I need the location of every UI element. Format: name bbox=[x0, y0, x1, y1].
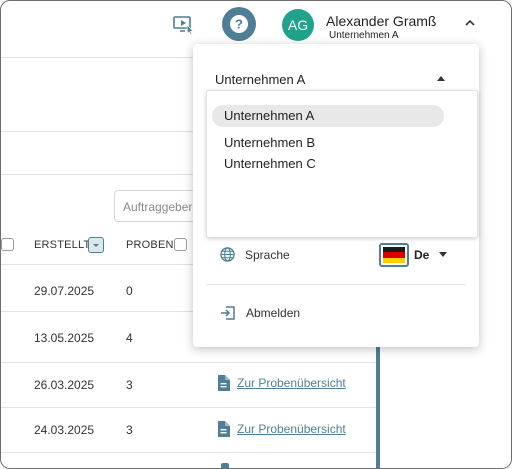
menu-divider bbox=[206, 284, 466, 285]
sample-overview-link[interactable]: Zur Probenübersicht bbox=[217, 375, 346, 391]
sample-count: 4 bbox=[126, 331, 133, 345]
document-icon bbox=[218, 421, 230, 437]
divider bbox=[1, 131, 193, 132]
avatar[interactable]: AG bbox=[282, 9, 314, 41]
user-menu: Unternehmen A Unternehmen A Unternehmen … bbox=[193, 44, 479, 347]
scroll-indicator bbox=[221, 463, 229, 468]
language-label: Sprache bbox=[245, 247, 290, 262]
user-name[interactable]: Alexander Gramß bbox=[326, 13, 436, 29]
created-date: 24.03.2025 bbox=[34, 423, 95, 437]
table-divider bbox=[1, 362, 376, 363]
caret-down-icon[interactable] bbox=[439, 252, 447, 257]
sample-count: 3 bbox=[126, 378, 133, 392]
created-date: 29.07.2025 bbox=[34, 284, 95, 298]
language-setting[interactable]: Sprache bbox=[220, 247, 290, 262]
logout-button[interactable]: Abmelden bbox=[220, 305, 300, 321]
chevron-up-icon[interactable] bbox=[463, 16, 477, 30]
svg-text:?: ? bbox=[235, 17, 243, 32]
company-listbox: Unternehmen A Unternehmen B Unternehmen … bbox=[206, 90, 478, 238]
table-divider bbox=[1, 407, 376, 408]
sort-desc-icon[interactable] bbox=[88, 237, 104, 253]
help-button[interactable]: ? bbox=[222, 7, 256, 41]
screen-share-button[interactable] bbox=[172, 13, 196, 37]
document-icon bbox=[218, 375, 230, 391]
monitor-icon bbox=[173, 16, 194, 35]
link-label[interactable]: Zur Probenübersicht bbox=[237, 376, 346, 390]
client-filter-input[interactable]: Auftraggeber bbox=[114, 190, 204, 222]
sample-count: 0 bbox=[126, 284, 133, 298]
divider bbox=[1, 174, 193, 175]
user-company: Unternehmen A bbox=[329, 30, 399, 41]
company-select[interactable]: Unternehmen A bbox=[215, 72, 305, 87]
sort-icon[interactable] bbox=[1, 238, 14, 251]
column-header-created[interactable]: ERSTELLT bbox=[34, 239, 90, 251]
divider bbox=[1, 57, 193, 58]
globe-icon bbox=[220, 247, 235, 262]
caret-up-icon[interactable] bbox=[437, 76, 445, 81]
german-flag-icon[interactable] bbox=[379, 243, 409, 267]
table-divider bbox=[1, 311, 193, 312]
app-window: ? AG Alexander Gramß Unternehmen A Auftr… bbox=[0, 0, 512, 469]
question-icon: ? bbox=[230, 15, 248, 33]
table-divider bbox=[1, 264, 193, 265]
company-option[interactable]: Unternehmen C bbox=[212, 153, 444, 175]
scrollbar[interactable] bbox=[376, 346, 380, 468]
logout-label[interactable]: Abmelden bbox=[246, 306, 300, 320]
language-code[interactable]: De bbox=[414, 248, 429, 262]
sample-overview-link[interactable]: Zur Probenübersicht bbox=[217, 421, 346, 437]
table-divider bbox=[1, 452, 376, 453]
company-option[interactable]: Unternehmen B bbox=[212, 132, 444, 154]
logout-icon bbox=[221, 306, 235, 320]
link-label[interactable]: Zur Probenübersicht bbox=[237, 422, 346, 436]
sample-count: 3 bbox=[126, 423, 133, 437]
created-date: 13.05.2025 bbox=[34, 331, 95, 345]
sort-icon[interactable] bbox=[174, 238, 187, 251]
company-option[interactable]: Unternehmen A bbox=[212, 105, 444, 127]
created-date: 26.03.2025 bbox=[34, 378, 95, 392]
column-header-samples[interactable]: PROBEN bbox=[126, 239, 174, 251]
